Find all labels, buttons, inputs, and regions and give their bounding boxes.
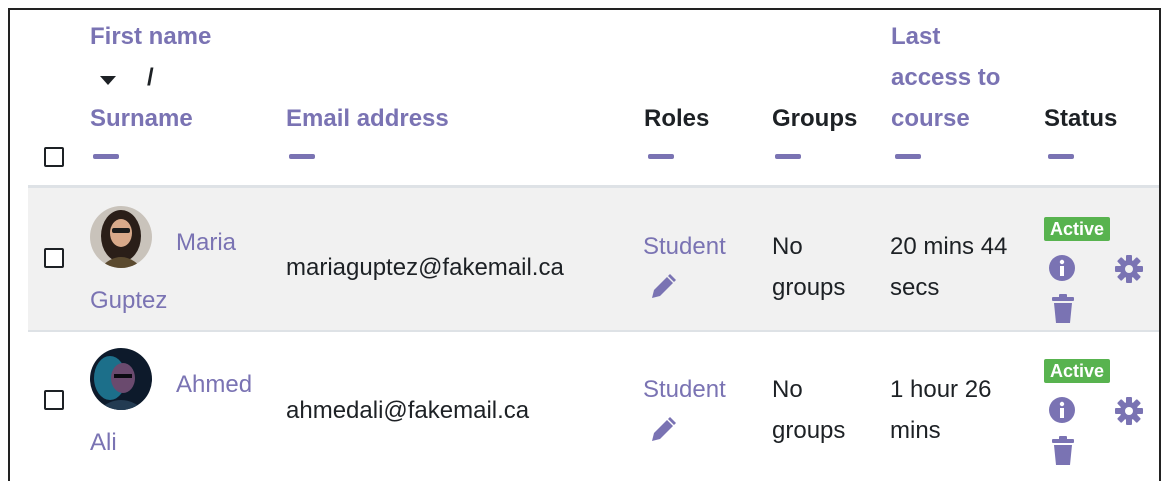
surname-sort-link[interactable]: Surname [90, 98, 193, 139]
row-select-checkbox[interactable] [44, 390, 64, 410]
role-link[interactable]: Student [643, 369, 726, 410]
last-access-sort-link-line1[interactable]: Last [891, 16, 940, 57]
user-last-name-link[interactable]: Ali [90, 422, 117, 463]
user-last-name-link[interactable]: Guptez [90, 280, 167, 321]
collapse-first-name-icon[interactable] [93, 154, 119, 159]
gear-icon[interactable] [1114, 254, 1144, 284]
avatar[interactable] [90, 348, 152, 410]
status-badge: Active [1044, 359, 1111, 383]
collapse-groups-icon[interactable] [775, 154, 801, 159]
groups-header: Groups [772, 105, 858, 132]
groups-line2: groups [772, 274, 846, 301]
row-select-checkbox[interactable] [44, 248, 64, 268]
last-access-line1: 1 hour 26 [890, 376, 992, 403]
last-access-line2: mins [890, 417, 941, 444]
status-badge: Active [1044, 217, 1111, 241]
info-icon[interactable] [1048, 254, 1076, 282]
gear-icon[interactable] [1114, 396, 1144, 426]
collapse-status-icon[interactable] [1048, 154, 1074, 159]
collapse-email-icon[interactable] [289, 154, 315, 159]
email-cell: mariaguptez@fakemail.ca [286, 254, 564, 281]
last-access-line2: secs [890, 274, 940, 301]
pencil-icon[interactable] [648, 272, 678, 302]
last-access-line1: 20 mins 44 [890, 233, 1008, 260]
table-row: Ahmed Ali ahmedali@fakemail.ca Student N… [28, 330, 1159, 474]
email-sort-link[interactable]: Email address [286, 98, 449, 139]
table-header: First name / Surname Email address Roles… [10, 10, 1159, 186]
role-link[interactable]: Student [643, 226, 726, 267]
avatar[interactable] [90, 206, 152, 268]
collapse-last-access-icon[interactable] [895, 154, 921, 159]
participants-table: First name / Surname Email address Roles… [8, 8, 1161, 481]
sort-desc-icon[interactable] [100, 76, 116, 85]
sort-separator: / [147, 64, 154, 91]
user-first-name-link[interactable]: Maria [176, 222, 236, 263]
last-access-sort-link-line2[interactable]: access to [891, 57, 1000, 98]
trash-icon[interactable] [1050, 436, 1076, 466]
first-name-sort-link[interactable]: First name [90, 16, 211, 57]
email-cell: ahmedali@fakemail.ca [286, 397, 530, 424]
pencil-icon[interactable] [648, 415, 678, 445]
select-all-checkbox[interactable] [44, 147, 64, 167]
groups-line1: No [772, 376, 803, 403]
user-first-name-link[interactable]: Ahmed [176, 364, 252, 405]
groups-line1: No [772, 233, 803, 260]
status-header: Status [1044, 105, 1118, 132]
last-access-sort-link-line3[interactable]: course [891, 98, 970, 139]
info-icon[interactable] [1048, 396, 1076, 424]
table-row: Maria Guptez mariaguptez@fakemail.ca Stu… [28, 188, 1159, 330]
collapse-roles-icon[interactable] [648, 154, 674, 159]
groups-line2: groups [772, 417, 846, 444]
roles-header: Roles [644, 105, 710, 132]
trash-icon[interactable] [1050, 294, 1076, 324]
